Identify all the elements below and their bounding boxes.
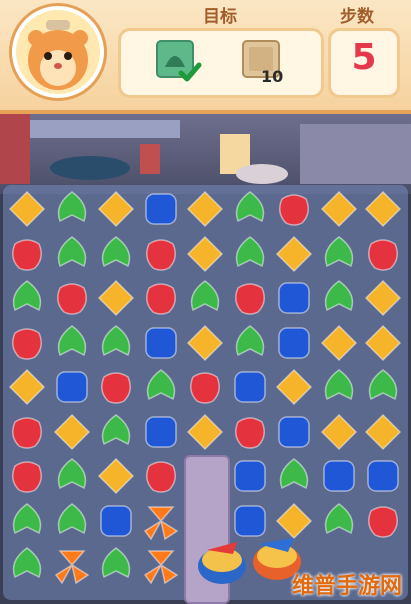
candy-yellow[interactable]	[363, 189, 408, 233]
candy-green[interactable]	[7, 501, 52, 545]
top-hud: 目标 步数 10 5	[0, 0, 411, 114]
candy-blue[interactable]	[230, 367, 275, 411]
candy-red[interactable]	[141, 234, 186, 278]
candy-blue[interactable]	[274, 412, 319, 456]
candy-blue[interactable]	[274, 323, 319, 367]
candy-red[interactable]	[52, 278, 97, 322]
site-watermark: 维普手游网	[292, 574, 403, 599]
candy-blue[interactable]	[363, 456, 408, 500]
candy-yellow[interactable]	[185, 234, 230, 278]
candy-green[interactable]	[230, 189, 275, 233]
candy-blue[interactable]	[52, 367, 97, 411]
candy-green[interactable]	[319, 278, 364, 322]
rocket-bomb-1[interactable]	[195, 536, 249, 586]
hamster-icon	[28, 20, 88, 90]
candy-blue[interactable]	[274, 278, 319, 322]
candy-green[interactable]	[319, 367, 364, 411]
candy-yellow[interactable]	[185, 189, 230, 233]
hamster-avatar[interactable]	[12, 6, 104, 98]
steps-label: 步数	[340, 7, 374, 27]
leaf-tile-icon	[156, 40, 202, 82]
candy-green[interactable]	[274, 456, 319, 500]
candy-red[interactable]	[185, 367, 230, 411]
candy-yellow[interactable]	[96, 456, 141, 500]
candy-blue[interactable]	[230, 456, 275, 500]
candy-yellow[interactable]	[185, 412, 230, 456]
candy-red[interactable]	[96, 367, 141, 411]
candy-green[interactable]	[52, 456, 97, 500]
candy-blue[interactable]	[141, 412, 186, 456]
candy-red[interactable]	[7, 323, 52, 367]
candy-yellow[interactable]	[319, 412, 364, 456]
candy-green[interactable]	[230, 234, 275, 278]
candy-red[interactable]	[7, 234, 52, 278]
candy-yellow[interactable]	[52, 412, 97, 456]
candy-yellow[interactable]	[96, 189, 141, 233]
candy-blue[interactable]	[96, 501, 141, 545]
candy-green[interactable]	[230, 323, 275, 367]
candy-spinner[interactable]	[141, 545, 186, 589]
candy-green[interactable]	[96, 234, 141, 278]
candy-blue[interactable]	[141, 189, 186, 233]
candy-green[interactable]	[363, 367, 408, 411]
candy-blue[interactable]	[319, 456, 364, 500]
candy-yellow[interactable]	[185, 323, 230, 367]
candy-red[interactable]	[7, 456, 52, 500]
candy-green[interactable]	[141, 367, 186, 411]
kitchen-scene	[0, 114, 411, 184]
steps-panel: 5	[328, 28, 400, 98]
candy-green[interactable]	[7, 545, 52, 589]
candy-red[interactable]	[141, 278, 186, 322]
candy-spinner[interactable]	[52, 545, 97, 589]
goal-label: 目标	[203, 7, 237, 27]
candy-red[interactable]	[230, 412, 275, 456]
candy-red[interactable]	[230, 278, 275, 322]
candy-green[interactable]	[185, 278, 230, 322]
candy-green[interactable]	[319, 501, 364, 545]
candy-green[interactable]	[96, 323, 141, 367]
candy-red[interactable]	[363, 501, 408, 545]
kitchen-backdrop	[0, 114, 411, 194]
candy-green[interactable]	[96, 545, 141, 589]
candy-green[interactable]	[52, 234, 97, 278]
candy-yellow[interactable]	[363, 323, 408, 367]
candy-yellow[interactable]	[319, 189, 364, 233]
goal-panel: 10	[118, 28, 324, 98]
candy-green[interactable]	[7, 278, 52, 322]
candy-yellow[interactable]	[319, 323, 364, 367]
candy-green[interactable]	[52, 189, 97, 233]
candy-blue[interactable]	[141, 323, 186, 367]
rocket-bomb-icon	[198, 542, 246, 584]
steps-value: 5	[351, 37, 377, 78]
candy-red[interactable]	[363, 234, 408, 278]
candy-yellow[interactable]	[7, 189, 52, 233]
candy-yellow[interactable]	[274, 234, 319, 278]
leaf-tile-goal	[155, 39, 203, 85]
candy-green[interactable]	[52, 501, 97, 545]
candy-green[interactable]	[96, 412, 141, 456]
candy-red[interactable]	[141, 456, 186, 500]
candy-yellow[interactable]	[7, 367, 52, 411]
box-goal-count: 10	[261, 67, 284, 86]
candy-green[interactable]	[52, 323, 97, 367]
candy-spinner[interactable]	[141, 501, 186, 545]
candy-red[interactable]	[7, 412, 52, 456]
candy-red[interactable]	[274, 189, 319, 233]
candy-yellow[interactable]	[363, 412, 408, 456]
candy-yellow[interactable]	[96, 278, 141, 322]
candy-yellow[interactable]	[363, 278, 408, 322]
candy-green[interactable]	[319, 234, 364, 278]
candy-yellow[interactable]	[274, 367, 319, 411]
